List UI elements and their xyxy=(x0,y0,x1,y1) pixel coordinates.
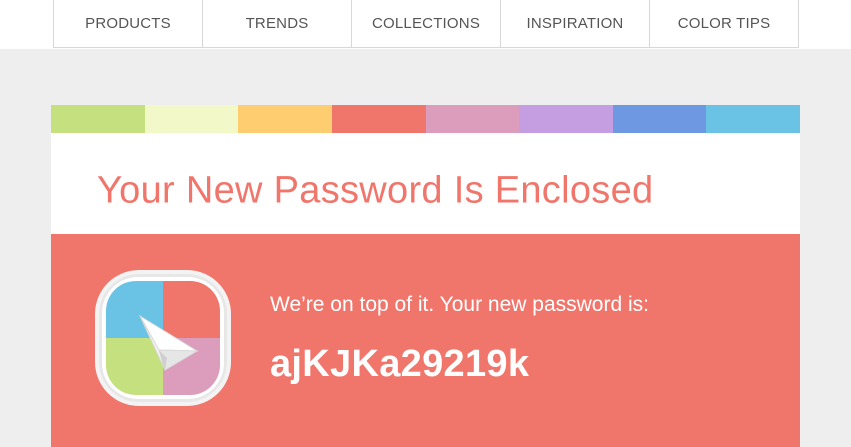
paper-plane-app-icon xyxy=(95,270,231,406)
color-stripe xyxy=(51,105,800,133)
new-password-value: ajKJKa29219k xyxy=(270,343,530,385)
stripe-swatch xyxy=(144,105,239,133)
stripe-swatch xyxy=(331,105,426,133)
password-panel: We’re on top of it. Your new password is… xyxy=(51,234,800,447)
email-title: Your New Password Is Enclosed xyxy=(97,169,654,212)
nav-item-products[interactable]: PRODUCTS xyxy=(54,0,203,47)
nav-item-color-tips[interactable]: COLOR TIPS xyxy=(650,0,798,47)
stripe-swatch xyxy=(425,105,520,133)
title-area: Your New Password Is Enclosed xyxy=(51,133,800,234)
email-card: Your New Password Is Enclosed We’re on t… xyxy=(51,105,800,447)
nav-item-trends[interactable]: TRENDS xyxy=(203,0,352,47)
stripe-swatch xyxy=(51,105,145,133)
nav-item-collections[interactable]: COLLECTIONS xyxy=(352,0,501,47)
password-message: We’re on top of it. Your new password is… xyxy=(270,293,649,316)
nav-item-inspiration[interactable]: INSPIRATION xyxy=(501,0,650,47)
main-nav: PRODUCTS TRENDS COLLECTIONS INSPIRATION … xyxy=(53,0,799,48)
stripe-swatch xyxy=(519,105,613,133)
stripe-swatch xyxy=(238,105,332,133)
stripe-swatch xyxy=(612,105,707,133)
stripe-swatch xyxy=(706,105,800,133)
top-navigation-bar: PRODUCTS TRENDS COLLECTIONS INSPIRATION … xyxy=(0,0,851,49)
